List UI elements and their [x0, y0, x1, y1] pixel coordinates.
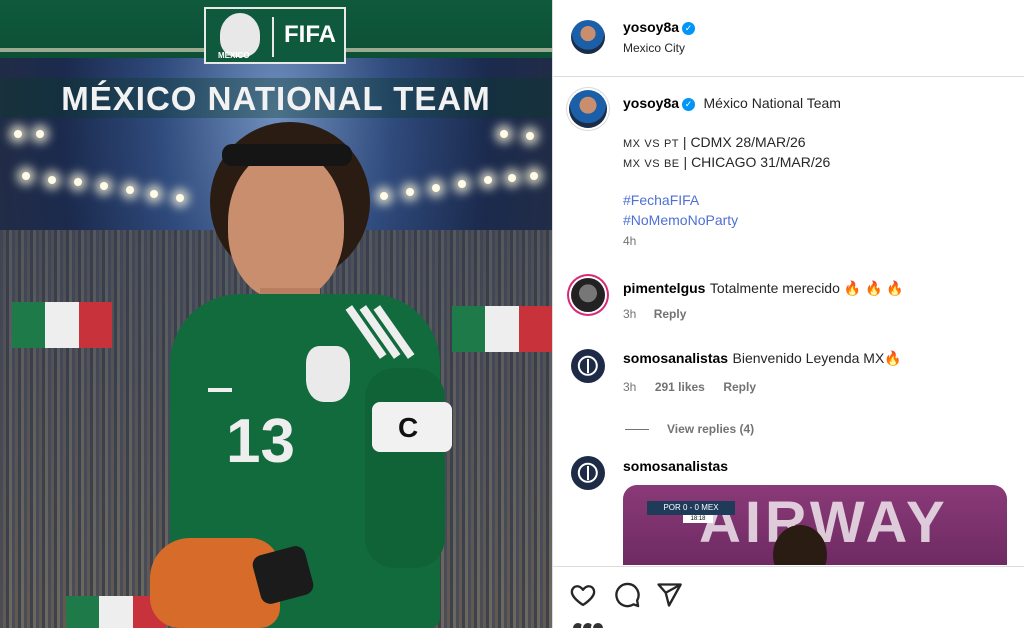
- match-line: MX VS BE | CHICAGO 31/MAR/26: [623, 154, 831, 170]
- comment-time[interactable]: 3h: [623, 307, 636, 321]
- comment-item: somosanalistas Bienvenido Leyenda MX🔥: [623, 350, 1013, 368]
- comment-username[interactable]: pimentelgus: [623, 280, 705, 296]
- heart-icon[interactable]: [569, 581, 597, 609]
- commenter-avatar[interactable]: [571, 278, 605, 312]
- reply-button[interactable]: Reply: [654, 307, 687, 321]
- caption-title: México National Team: [703, 95, 841, 111]
- adidas-logo-icon: [208, 376, 232, 392]
- action-bar: [553, 566, 1024, 628]
- comment-media-preview[interactable]: AIRWAY POR 0 - 0 MEX 18:18: [623, 485, 1007, 565]
- comment-text: Totalmente merecido 🔥 🔥 🔥: [709, 280, 904, 296]
- view-replies-button[interactable]: View replies (4): [625, 422, 754, 436]
- fifa-logo: FIFA: [284, 21, 336, 48]
- score-time: 18:18: [683, 515, 713, 523]
- verified-icon: ✓: [682, 98, 696, 111]
- hashtag-link[interactable]: #NoMemoNoParty: [623, 210, 1003, 230]
- player-illustration: C 13: [150, 118, 460, 628]
- comment-username[interactable]: somosanalistas: [623, 458, 728, 474]
- share-icon[interactable]: [655, 581, 683, 609]
- comment-time[interactable]: 3h: [623, 380, 636, 394]
- comment-username[interactable]: somosanalistas: [623, 350, 728, 366]
- commenter-avatar[interactable]: [571, 456, 605, 490]
- author-username[interactable]: yosoy8a: [623, 19, 679, 35]
- post-header: yosoy8a ✓ Mexico City: [553, 0, 1024, 77]
- comment-text: Bienvenido Leyenda MX🔥: [732, 350, 902, 366]
- post-location[interactable]: Mexico City: [623, 41, 685, 55]
- comment-likes[interactable]: 291 likes: [655, 380, 705, 394]
- comment-meta: 3h 291 likes Reply: [623, 378, 756, 396]
- view-replies-label: View replies (4): [667, 422, 755, 436]
- post-image[interactable]: MÉXICO FIFA MÉXICO NATIONAL TEAM C 13: [0, 0, 552, 628]
- match-line: MX VS PT | CDMX 28/MAR/26: [623, 134, 806, 150]
- caption-avatar[interactable]: [569, 90, 607, 128]
- post-time[interactable]: 4h: [623, 234, 1003, 248]
- crest-label: MÉXICO: [218, 51, 250, 60]
- reply-button[interactable]: Reply: [723, 380, 756, 394]
- comment-icon[interactable]: [613, 581, 641, 609]
- comment-item: somosanalistas: [623, 458, 728, 476]
- mexico-flag-right: [452, 306, 552, 352]
- hashtag-link[interactable]: #FechaFIFA: [623, 190, 1003, 210]
- verified-icon: ✓: [682, 22, 696, 35]
- comment-item: pimentelgus Totalmente merecido 🔥 🔥 🔥: [623, 280, 1013, 298]
- headband: [222, 144, 352, 166]
- jersey-number: 13: [226, 407, 295, 476]
- comment-meta: 3h Reply: [623, 307, 686, 321]
- federation-logo: MÉXICO FIFA: [204, 7, 346, 64]
- commenter-avatar[interactable]: [571, 349, 605, 383]
- image-headline: MÉXICO NATIONAL TEAM: [61, 80, 491, 117]
- caption-username[interactable]: yosoy8a: [623, 95, 679, 111]
- player-face: [228, 150, 344, 300]
- mexico-flag-left: [12, 302, 112, 348]
- jersey-crest-icon: [306, 346, 350, 402]
- captain-letter: C: [398, 412, 419, 443]
- scoreboard: POR 0 - 0 MEX: [647, 501, 735, 515]
- post-panel: yosoy8a ✓ Mexico City yosoy8a ✓ México Nat…: [552, 0, 1024, 628]
- caption-body: MX VS PT | CDMX 28/MAR/26 MX VS BE | CHI…: [623, 132, 1003, 248]
- liker-avatars[interactable]: [571, 621, 631, 628]
- author-avatar[interactable]: [571, 20, 605, 54]
- caption-header: yosoy8a ✓ México National Team: [623, 95, 1013, 113]
